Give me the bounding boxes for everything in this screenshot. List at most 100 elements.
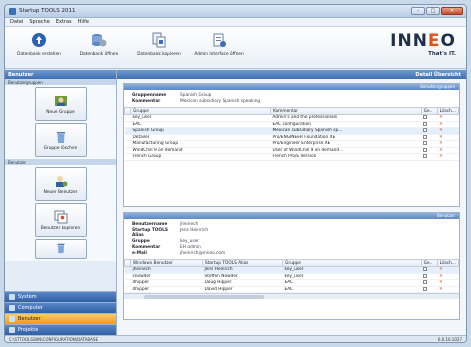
checkbox[interactable]	[423, 147, 428, 152]
group-table: Gruppe Kommentar Ge.. Lösch... key_user A…	[124, 107, 460, 161]
app-window: Startup TOOLS 2011 – □ ✕ Datei Sprache E…	[4, 4, 467, 343]
close-button[interactable]: ✕	[441, 7, 463, 15]
cell-delete: ✕	[437, 286, 459, 293]
delete-icon[interactable]: ✕	[439, 287, 443, 292]
database-create-icon	[30, 31, 48, 49]
col-ge[interactable]: Ge..	[420, 259, 438, 267]
admin-interface-button[interactable]: Admin Interface öffnen	[189, 27, 249, 57]
col-windows-user[interactable]: Windows Benutzer	[130, 259, 203, 267]
cell-group: French Group	[130, 153, 271, 161]
checkbox[interactable]	[423, 273, 428, 278]
table-row[interactable]: French Group French Pro/E Version ✕	[124, 153, 459, 161]
cell-ge	[421, 153, 438, 161]
new-user-label: Neuer Benutzer	[43, 189, 78, 195]
col-gruppe[interactable]: Gruppe	[282, 259, 422, 267]
field-value: EH admin	[180, 245, 201, 250]
delete-user-button[interactable]	[34, 239, 87, 259]
delete-icon[interactable]: ✕	[439, 135, 443, 140]
delete-icon[interactable]: ✕	[439, 128, 443, 133]
scrollbar-thumb[interactable]	[144, 295, 264, 299]
window-title: Startup TOOLS 2011	[19, 8, 76, 14]
menu-sprache[interactable]: Sprache	[29, 19, 49, 25]
tool-label: Datenbank erstellen	[17, 52, 61, 57]
cell-group: EAC	[282, 286, 422, 293]
col-ge[interactable]: Ge..	[420, 107, 438, 115]
copy-user-label: Benutzer kopieren	[40, 225, 81, 231]
new-group-label: Neue Gruppe	[46, 109, 75, 115]
database-create-button[interactable]: Datenbank erstellen	[9, 27, 69, 57]
cell-alias: David Hipper	[202, 286, 283, 293]
delete-icon[interactable]: ✕	[439, 267, 443, 272]
user-buttons: Neuer Benutzer Benutzer kopieren	[5, 165, 116, 261]
body-area: Benutzer Benutzergruppen Neue Gruppe Gru…	[5, 70, 466, 335]
database-open-icon	[90, 31, 108, 49]
col-loesch[interactable]: Lösch...	[436, 107, 460, 115]
field-value: Jens Heinrich	[180, 228, 209, 233]
field-label: Benutzername	[132, 222, 168, 227]
field-label: Kommentar	[132, 99, 161, 104]
maximize-button[interactable]: □	[426, 7, 440, 15]
field-label: Gruppenname	[132, 93, 167, 98]
new-group-button[interactable]: Neue Gruppe	[34, 87, 87, 121]
brand-name: INNEO	[390, 31, 456, 51]
nav-benutzer[interactable]: Benutzer	[5, 313, 116, 324]
checkbox[interactable]	[423, 280, 428, 284]
trash-icon	[57, 243, 64, 254]
database-copy-button[interactable]: Datenbank kopieren	[129, 27, 189, 57]
menu-datei[interactable]: Datei	[10, 19, 23, 25]
new-group-icon	[54, 95, 67, 106]
window-controls: – □ ✕	[411, 7, 463, 15]
checkbox[interactable]	[423, 128, 428, 132]
brand-logo: INNEO That's IT.	[390, 31, 456, 57]
col-loesch[interactable]: Lösch...	[436, 259, 460, 267]
nav-projekte[interactable]: Projekte	[5, 324, 116, 335]
table-row[interactable]: dhipper David Hipper EAC ✕	[124, 286, 459, 293]
menu-hilfe[interactable]: Hilfe	[78, 19, 89, 25]
main-header: Detail Übersicht	[117, 70, 466, 79]
col-alias[interactable]: Startup TOOLS Alias	[202, 259, 283, 267]
delete-icon[interactable]: ✕	[439, 148, 443, 153]
checkbox[interactable]	[423, 141, 428, 145]
delete-icon[interactable]: ✕	[439, 154, 443, 159]
col-gruppe[interactable]: Gruppe	[130, 107, 271, 115]
delete-icon[interactable]: ✕	[439, 274, 443, 279]
horizontal-scrollbar[interactable]	[124, 293, 459, 299]
field-label: Kommentar	[132, 245, 161, 250]
col-kommentar[interactable]: Kommentar	[270, 107, 422, 115]
menu-extras[interactable]: Extras	[56, 19, 72, 25]
checkbox[interactable]	[423, 134, 428, 139]
field-value: Mexican subsidiary Spanish speaking	[180, 99, 261, 104]
checkbox[interactable]	[423, 154, 428, 158]
delete-group-button[interactable]: Gruppe löschen	[34, 123, 87, 157]
new-user-icon	[55, 175, 67, 187]
field-value: jheinrich@inneo.com	[180, 251, 226, 256]
checkbox[interactable]	[423, 115, 428, 119]
brand-slogan: That's IT.	[428, 51, 456, 57]
trash-icon	[56, 131, 65, 143]
cell-ge	[421, 286, 438, 293]
minimize-button[interactable]: –	[411, 7, 425, 15]
checkbox[interactable]	[423, 121, 428, 126]
delete-icon[interactable]: ✕	[439, 141, 443, 146]
sidebar: Benutzer Benutzergruppen Neue Gruppe Gru…	[5, 70, 117, 335]
delete-icon[interactable]: ✕	[439, 122, 443, 127]
group-buttons: Neue Gruppe Gruppe löschen	[5, 85, 116, 159]
delete-icon[interactable]: ✕	[439, 115, 443, 120]
copy-user-icon	[54, 210, 67, 223]
new-user-button[interactable]: Neuer Benutzer	[34, 167, 87, 201]
project-icon	[9, 327, 15, 333]
status-path: C:\STTOOLS\BIN\CONFIGURATION\DATABASE	[9, 336, 98, 342]
database-open-button[interactable]: Datenbank öffnen	[69, 27, 129, 57]
checkbox[interactable]	[423, 286, 428, 291]
copy-user-button[interactable]: Benutzer kopieren	[34, 203, 87, 237]
checkbox[interactable]	[423, 267, 428, 271]
nav-computer[interactable]: Computer	[5, 302, 116, 313]
title-bar: Startup TOOLS 2011 – □ ✕	[5, 5, 466, 18]
status-bar: C:\STTOOLS\BIN\CONFIGURATION\DATABASE 6.…	[5, 335, 466, 342]
cell-comment: French Pro/E Version	[270, 153, 422, 161]
database-copy-icon	[150, 31, 168, 49]
tool-label: Datenbank kopieren	[137, 52, 181, 57]
delete-icon[interactable]: ✕	[439, 280, 443, 285]
nav-system[interactable]: System	[5, 291, 116, 302]
tool-label: Datenbank öffnen	[79, 52, 119, 57]
